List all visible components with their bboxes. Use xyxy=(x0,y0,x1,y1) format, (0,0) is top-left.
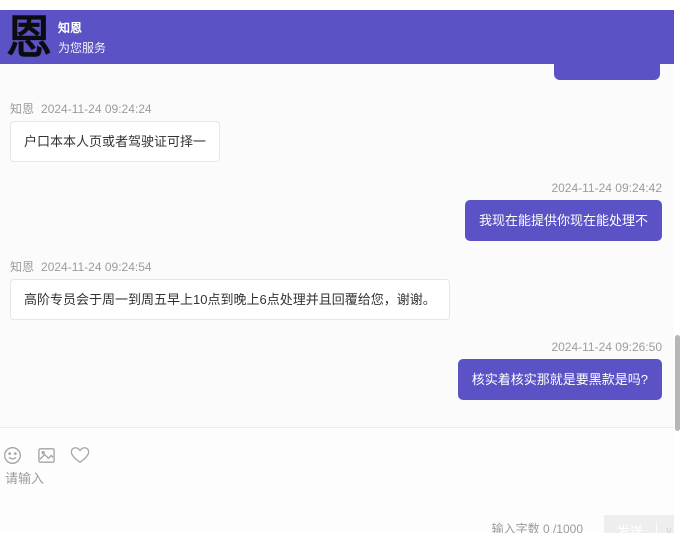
message-bubble: 高阶专员会于周一到周五早上10点到晚上6点处理并且回覆给您，谢谢。 xyxy=(10,279,450,320)
char-count-value: 0 /1000 xyxy=(543,522,583,533)
sender-name: 知恩 xyxy=(10,260,34,274)
message-meta: 2024-11-24 09:26:50 xyxy=(458,340,662,354)
timestamp: 2024-11-24 09:24:24 xyxy=(41,102,152,116)
agent-tagline: 为您服务 xyxy=(58,39,106,56)
send-button-label: 发送 xyxy=(604,521,656,533)
composer: 输入字数 0 /1000 发送 ∨ xyxy=(0,427,681,533)
char-count-label: 输入字数 xyxy=(492,522,540,533)
message-left: 知恩 2024-11-24 09:24:54 高阶专员会于周一到周五早上10点到晚… xyxy=(10,260,450,320)
char-count: 输入字数 0 /1000 xyxy=(492,520,583,533)
header-text: 知恩 为您服务 xyxy=(58,19,106,56)
message-left: 知恩 2024-11-24 09:24:24 户口本本人页或者驾驶证可择一 xyxy=(10,102,220,162)
message-meta: 知恩 2024-11-24 09:24:24 xyxy=(10,102,220,116)
sender-name: 知恩 xyxy=(10,102,34,116)
message-bubble: 户口本本人页或者驾驶证可择一 xyxy=(10,121,220,162)
timestamp: 2024-11-24 09:24:42 xyxy=(551,181,662,195)
message-right: 2024-11-24 09:26:50 核实着核实那就是要黑款是吗? xyxy=(458,340,662,400)
timestamp: 2024-11-24 09:24:54 xyxy=(41,260,152,274)
top-margin-strip xyxy=(0,0,681,10)
timestamp: 2024-11-24 09:26:50 xyxy=(551,340,662,354)
message-bubble: 我现在能提供你现在能处理不 xyxy=(465,200,662,241)
truncated-message-bubble xyxy=(554,64,660,80)
brand-logo: 恩 xyxy=(0,12,58,62)
message-input[interactable] xyxy=(5,468,405,506)
message-right: 2024-11-24 09:24:42 我现在能提供你现在能处理不 xyxy=(465,181,662,241)
agent-name: 知恩 xyxy=(58,19,106,36)
heart-icon[interactable] xyxy=(70,445,90,465)
emoji-icon[interactable] xyxy=(2,445,22,465)
message-meta: 知恩 2024-11-24 09:24:54 xyxy=(10,260,450,274)
scrollbar-track[interactable] xyxy=(674,0,681,533)
image-icon[interactable] xyxy=(36,445,56,465)
message-bubble: 核实着核实那就是要黑款是吗? xyxy=(458,359,662,400)
composer-toolbar xyxy=(2,445,90,465)
message-meta: 2024-11-24 09:24:42 xyxy=(465,181,662,195)
chat-window: 恩 知恩 为您服务 知恩 2024-11-24 09:24:24 户口本本人页或者… xyxy=(0,0,681,533)
scrollbar-thumb[interactable] xyxy=(675,335,680,431)
chat-header: 恩 知恩 为您服务 xyxy=(0,10,674,64)
send-button[interactable]: 发送 ∨ xyxy=(604,515,681,533)
